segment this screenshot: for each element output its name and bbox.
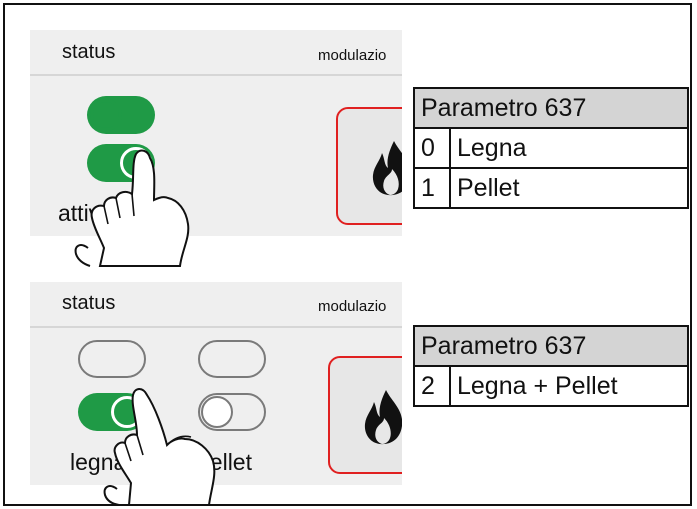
row-index: 2	[413, 365, 451, 407]
row-index: 0	[413, 127, 451, 169]
flame-button[interactable]	[336, 107, 402, 225]
toggle-upper[interactable]	[87, 96, 155, 134]
flame-icon	[364, 390, 402, 445]
row-label: Legna	[449, 127, 689, 169]
parameter-table-bottom: Parametro 637 2 Legna + Pellet	[413, 325, 689, 407]
figure-frame: status modulazio attiva one status modul…	[3, 3, 692, 506]
status-label: status	[62, 41, 116, 63]
hand-pointer-icon	[103, 388, 216, 506]
toggle-left-upper[interactable]	[78, 340, 146, 378]
table-row: 0 Legna	[413, 127, 689, 169]
flame-icon	[372, 141, 402, 196]
table-row: 1 Pellet	[413, 167, 689, 209]
row-label: Pellet	[449, 167, 689, 209]
parameter-table-top: Parametro 637 0 Legna 1 Pellet	[413, 87, 689, 209]
modulation-label: modulazio	[318, 298, 387, 315]
status-label: status	[62, 292, 116, 314]
toggle-knob	[90, 99, 122, 131]
panel-header: status modulazio	[30, 30, 402, 76]
flame-button[interactable]	[328, 356, 402, 474]
table-header: Parametro 637	[413, 325, 689, 367]
modulation-label: modulazio	[318, 47, 387, 64]
table-row: 2 Legna + Pellet	[413, 365, 689, 407]
hand-pointer-icon	[74, 149, 190, 267]
row-index: 1	[413, 167, 451, 209]
panel-header: status modulazio	[30, 282, 402, 328]
row-label: Legna + Pellet	[449, 365, 689, 407]
table-header: Parametro 637	[413, 87, 689, 129]
toggle-right-upper[interactable]	[198, 340, 266, 378]
